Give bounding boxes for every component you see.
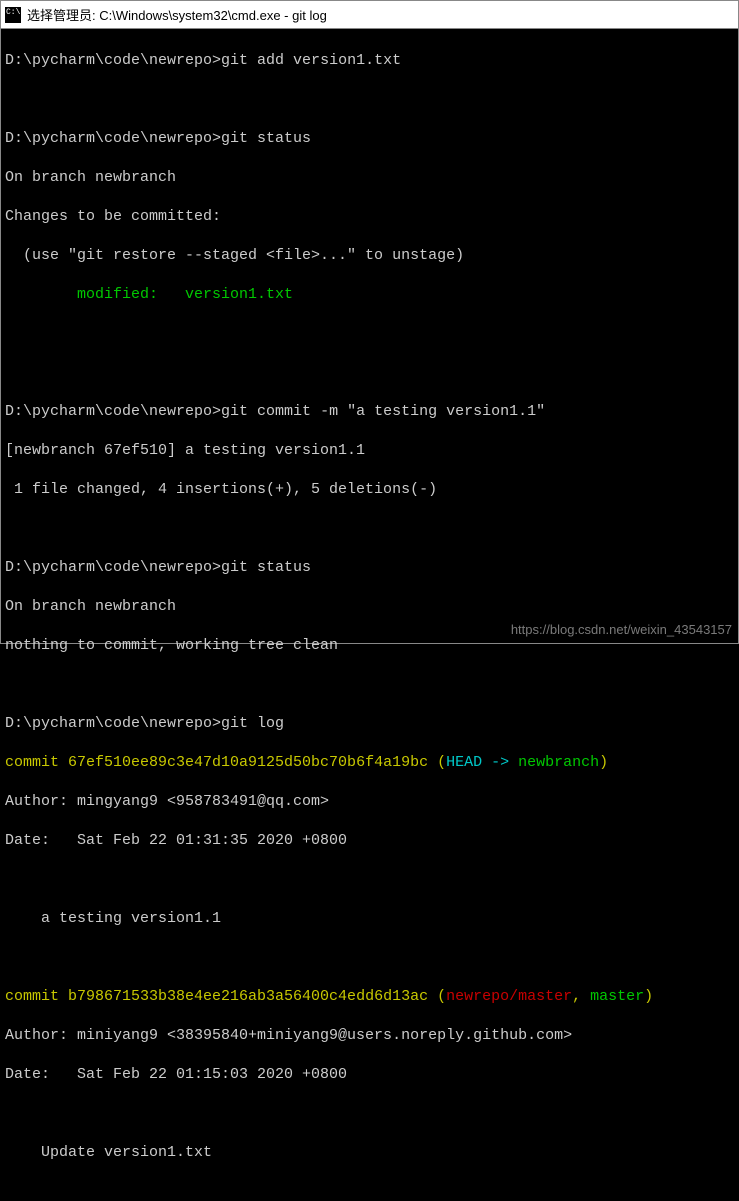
command-text: git status [221, 559, 311, 576]
commit-line: commit b798671533b38e4ee216ab3a56400c4ed… [5, 987, 734, 1007]
commit-word: commit [5, 754, 68, 771]
blank-line [5, 870, 734, 890]
output-modified: modified: version1.txt [5, 285, 734, 305]
command-text: git log [221, 715, 284, 732]
cmd-line: D:\pycharm\code\newrepo>git log [5, 714, 734, 734]
prompt: D:\pycharm\code\newrepo> [5, 130, 221, 147]
head-ref: HEAD -> [446, 754, 518, 771]
prompt: D:\pycharm\code\newrepo> [5, 403, 221, 420]
output-line: [newbranch 67ef510] a testing version1.1 [5, 441, 734, 461]
date-line: Date: Sat Feb 22 01:31:35 2020 +0800 [5, 831, 734, 851]
command-text: git commit -m "a testing version1.1" [221, 403, 545, 420]
refs-open: ( [428, 754, 446, 771]
prompt: D:\pycharm\code\newrepo> [5, 715, 221, 732]
date-line: Date: Sat Feb 22 01:15:03 2020 +0800 [5, 1065, 734, 1085]
commit-hash: 67ef510ee89c3e47d10a9125d50bc70b6f4a19bc [68, 754, 428, 771]
output-line: Changes to be committed: [5, 207, 734, 227]
prompt: D:\pycharm\code\newrepo> [5, 52, 221, 69]
cmd-line: D:\pycharm\code\newrepo>git status [5, 558, 734, 578]
commit-message: a testing version1.1 [5, 909, 734, 929]
command-text: git status [221, 130, 311, 147]
commit-line: commit 67ef510ee89c3e47d10a9125d50bc70b6… [5, 753, 734, 773]
cmd-icon [5, 7, 21, 23]
author-line: Author: miniyang9 <38395840+miniyang9@us… [5, 1026, 734, 1046]
cmd-line: D:\pycharm\code\newrepo>git status [5, 129, 734, 149]
refs-open: ( [428, 988, 446, 1005]
output-line: On branch newbranch [5, 597, 734, 617]
window-title: 选择管理员: C:\Windows\system32\cmd.exe - git… [27, 5, 327, 24]
branch-ref: newbranch [518, 754, 599, 771]
branch-ref: master [590, 988, 644, 1005]
blank-line [5, 90, 734, 110]
blank-line [5, 363, 734, 383]
prompt: D:\pycharm\code\newrepo> [5, 559, 221, 576]
commit-hash: b798671533b38e4ee216ab3a56400c4edd6d13ac [68, 988, 428, 1005]
cmd-line: D:\pycharm\code\newrepo>git add version1… [5, 51, 734, 71]
output-line: 1 file changed, 4 insertions(+), 5 delet… [5, 480, 734, 500]
refs-close: ) [599, 754, 608, 771]
author-line: Author: mingyang9 <958783491@qq.com> [5, 792, 734, 812]
output-line: On branch newbranch [5, 168, 734, 188]
blank-line [5, 1104, 734, 1124]
refs-close: ) [644, 988, 653, 1005]
blank-line [5, 948, 734, 968]
watermark-text: https://blog.csdn.net/weixin_43543157 [511, 622, 732, 639]
terminal-output[interactable]: D:\pycharm\code\newrepo>git add version1… [1, 29, 738, 643]
commit-message: Update version1.txt [5, 1143, 734, 1163]
commit-word: commit [5, 988, 68, 1005]
cmd-line: D:\pycharm\code\newrepo>git commit -m "a… [5, 402, 734, 422]
blank-line [5, 675, 734, 695]
remote-ref: newrepo/master [446, 988, 572, 1005]
blank-line [5, 519, 734, 539]
window-titlebar[interactable]: 选择管理员: C:\Windows\system32\cmd.exe - git… [1, 1, 738, 29]
blank-line [5, 324, 734, 344]
output-line: (use "git restore --staged <file>..." to… [5, 246, 734, 266]
command-text: git add version1.txt [221, 52, 401, 69]
refs-comma: , [572, 988, 590, 1005]
